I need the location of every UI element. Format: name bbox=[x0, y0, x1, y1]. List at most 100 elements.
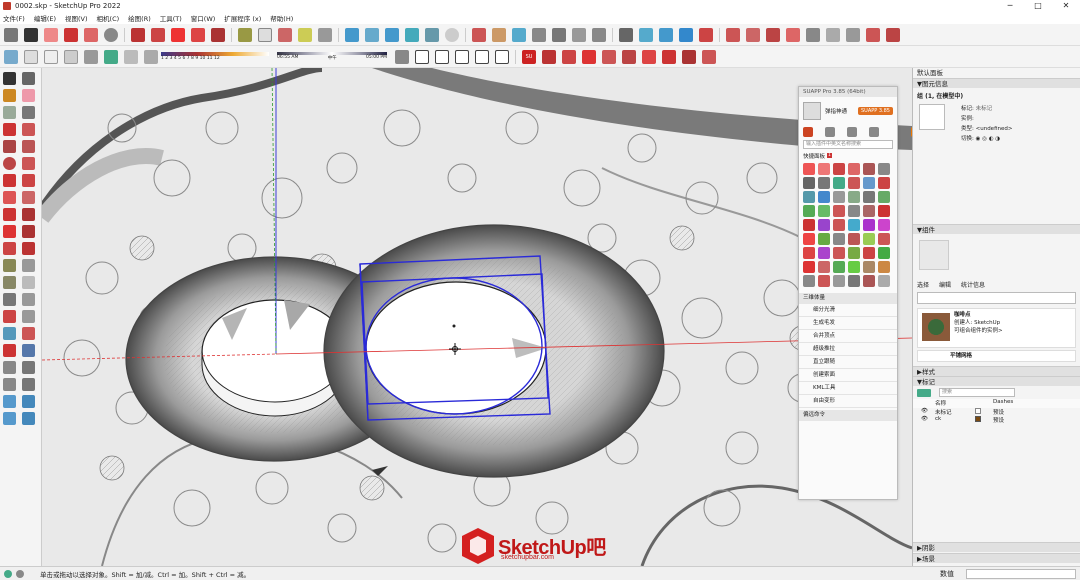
plugin-icon[interactable] bbox=[833, 233, 845, 245]
plugin-icon[interactable] bbox=[803, 247, 815, 259]
user-icon[interactable] bbox=[445, 27, 459, 42]
rotate-icon[interactable] bbox=[171, 27, 185, 42]
section-fill-icon[interactable] bbox=[572, 27, 586, 42]
plugin-icon[interactable] bbox=[818, 233, 830, 245]
rectangle-icon[interactable] bbox=[3, 140, 16, 153]
plugin-icon[interactable] bbox=[863, 205, 875, 217]
tag-color-swatch[interactable] bbox=[975, 416, 981, 422]
plugin-icon[interactable] bbox=[878, 247, 890, 259]
plugin-icon[interactable] bbox=[803, 233, 815, 245]
solid-trim-icon[interactable] bbox=[766, 27, 780, 42]
plugin-icon[interactable] bbox=[833, 205, 845, 217]
xray-icon[interactable] bbox=[4, 49, 18, 64]
plugin-icon[interactable] bbox=[878, 205, 890, 217]
3d-text-icon[interactable] bbox=[22, 293, 35, 306]
tags-header[interactable]: ▼ 标记 bbox=[913, 376, 1080, 386]
orbit-tool-icon[interactable] bbox=[3, 310, 16, 323]
visibility-icon[interactable]: 👁 bbox=[921, 408, 935, 416]
pie-icon[interactable] bbox=[22, 191, 35, 204]
position-tool-icon[interactable] bbox=[3, 378, 16, 391]
back-edges-icon[interactable] bbox=[24, 49, 38, 64]
type-value[interactable]: <undefined> bbox=[976, 126, 1013, 132]
section-header[interactable]: 三维体量 bbox=[799, 293, 897, 304]
menu-item[interactable]: 创建索面 bbox=[799, 369, 897, 382]
pencil-icon[interactable] bbox=[64, 27, 78, 42]
shape-icon[interactable] bbox=[104, 27, 118, 42]
plugin-icon[interactable] bbox=[803, 205, 815, 217]
plugin-icon[interactable] bbox=[863, 275, 875, 287]
paint-bucket-icon[interactable] bbox=[298, 27, 312, 42]
plugin-icon[interactable] bbox=[878, 191, 890, 203]
plugin-icon[interactable] bbox=[818, 261, 830, 273]
previous-view-icon[interactable] bbox=[425, 27, 439, 42]
three-point-arc-icon[interactable] bbox=[3, 191, 16, 204]
paint-icon[interactable] bbox=[3, 89, 16, 102]
plugin-tool-3-icon[interactable] bbox=[582, 49, 596, 64]
move-tool-icon[interactable] bbox=[3, 208, 16, 221]
stamp-icon[interactable] bbox=[3, 412, 16, 425]
footprint-icon[interactable] bbox=[552, 27, 566, 42]
plugin-icon[interactable] bbox=[878, 219, 890, 231]
shadow-settings[interactable]: 1 2 3 4 5 6 7 8 9 10 11 12 bbox=[144, 49, 269, 64]
shadow-icon[interactable] bbox=[144, 49, 158, 64]
component-icon[interactable] bbox=[3, 106, 16, 119]
plugin-icon[interactable] bbox=[833, 261, 845, 273]
plugin-tool-4-icon[interactable] bbox=[602, 49, 616, 64]
menu-item[interactable]: 合并顶点 bbox=[799, 330, 897, 343]
plugin-icon[interactable] bbox=[833, 275, 845, 287]
orbit-icon[interactable] bbox=[345, 27, 359, 42]
tab-select[interactable]: 选择 bbox=[917, 280, 929, 289]
offset-tool-icon[interactable] bbox=[22, 242, 35, 255]
plugin-tool-1-icon[interactable] bbox=[542, 49, 556, 64]
dimension-icon[interactable] bbox=[22, 259, 35, 272]
display-section-icon[interactable] bbox=[592, 27, 606, 42]
front-view-icon[interactable] bbox=[659, 27, 673, 42]
avatar[interactable] bbox=[803, 102, 821, 120]
plugin-icon[interactable] bbox=[833, 219, 845, 231]
menu-item[interactable]: 自由变形 bbox=[799, 395, 897, 408]
plugin-icon[interactable] bbox=[863, 261, 875, 273]
tab-statistics[interactable]: 统计信息 bbox=[961, 280, 985, 289]
close-button[interactable]: ✕ bbox=[1052, 0, 1080, 12]
protractor-tool-icon[interactable] bbox=[3, 276, 16, 289]
search-icon[interactable] bbox=[4, 27, 18, 42]
plugin-tool-2-icon[interactable] bbox=[562, 49, 576, 64]
terrain-icon[interactable] bbox=[826, 27, 840, 42]
solid-subtract-icon[interactable] bbox=[746, 27, 760, 42]
eraser-icon[interactable] bbox=[44, 27, 58, 42]
tag-row[interactable]: 👁 未标记 预设 bbox=[913, 408, 1080, 416]
frame-icon[interactable] bbox=[495, 49, 509, 64]
door-icon[interactable] bbox=[455, 49, 469, 64]
line-icon[interactable] bbox=[3, 123, 16, 136]
freehand-icon[interactable] bbox=[22, 123, 35, 136]
measurements-input[interactable] bbox=[966, 568, 1076, 579]
rotate-tool-icon[interactable] bbox=[3, 225, 16, 238]
plugin-tool-5-icon[interactable] bbox=[622, 49, 636, 64]
menu-help[interactable]: 帮助(H) bbox=[270, 13, 293, 23]
3d-warehouse-icon[interactable] bbox=[886, 27, 900, 42]
styles-header[interactable]: ▶ 样式 bbox=[913, 366, 1080, 376]
two-point-arc-icon[interactable] bbox=[22, 174, 35, 187]
plugin-tool-9-icon[interactable] bbox=[702, 49, 716, 64]
arc-icon[interactable] bbox=[84, 27, 98, 42]
plugin-search-input[interactable]: 输入插件中英文名称搜索 bbox=[803, 140, 893, 149]
plugin-icon[interactable] bbox=[803, 219, 815, 231]
push-pull-tool-icon[interactable] bbox=[22, 208, 35, 221]
drape-icon[interactable] bbox=[846, 27, 860, 42]
plugin-icon[interactable] bbox=[863, 233, 875, 245]
entity-info-header[interactable]: ▼ 图元信息 bbox=[913, 78, 1080, 88]
section-plane-icon[interactable] bbox=[472, 27, 486, 42]
home-icon[interactable] bbox=[415, 49, 429, 64]
home-tab-icon[interactable] bbox=[803, 127, 813, 137]
plugin-icon[interactable] bbox=[878, 233, 890, 245]
menu-window[interactable]: 窗口(W) bbox=[191, 13, 216, 23]
zoom-tool-icon[interactable] bbox=[3, 327, 16, 340]
menu-camera[interactable]: 相机(C) bbox=[97, 13, 120, 23]
zoom-icon[interactable] bbox=[385, 27, 399, 42]
plugin-icon[interactable] bbox=[848, 261, 860, 273]
component-search-input[interactable] bbox=[917, 292, 1076, 304]
smoove-icon[interactable] bbox=[22, 395, 35, 408]
monochrome-icon[interactable] bbox=[124, 49, 138, 64]
component-thumbnail[interactable] bbox=[922, 313, 950, 341]
menu-item[interactable]: 生成毛发 bbox=[799, 317, 897, 330]
